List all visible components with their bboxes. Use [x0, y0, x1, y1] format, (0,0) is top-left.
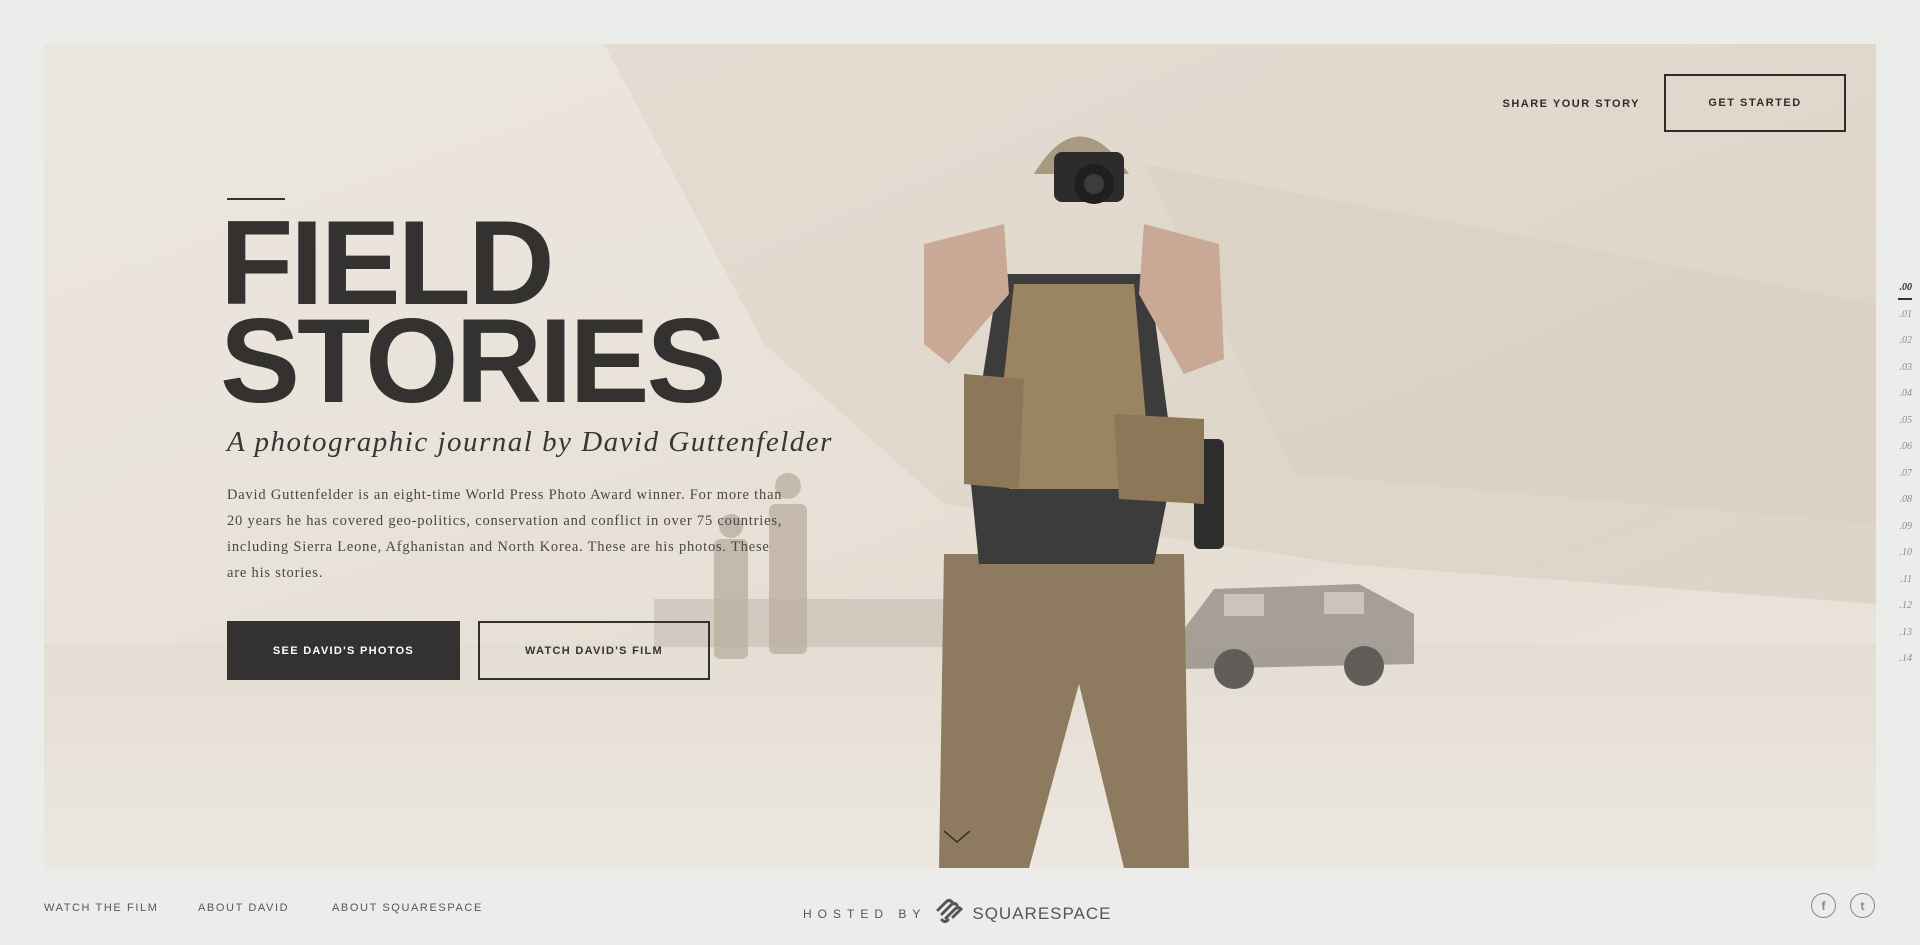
hero-section: SHARE YOUR STORY GET STARTED FIELD STORI… [44, 44, 1876, 868]
get-started-button[interactable]: GET STARTED [1664, 74, 1846, 132]
page-subtitle: A photographic journal by David Guttenfe… [227, 426, 833, 458]
hosted-by-squarespace[interactable]: HOSTED BY SQUARESPACE [803, 898, 1112, 929]
chevron-down-icon[interactable] [942, 829, 972, 850]
facebook-icon[interactable]: f [1811, 893, 1836, 918]
section-index-item[interactable]: .14 [1876, 653, 1920, 680]
footer-link-watch-film[interactable]: WATCH THE FILM [44, 902, 158, 914]
section-index-item[interactable]: .02 [1876, 335, 1920, 362]
watch-film-button[interactable]: WATCH DAVID'S FILM [478, 621, 710, 680]
bio-paragraph: David Guttenfelder is an eight-time Worl… [227, 487, 783, 581]
section-index-item[interactable]: .00 [1876, 282, 1920, 309]
see-photos-button[interactable]: SEE DAVID'S PHOTOS [227, 621, 460, 680]
footer-link-about-david[interactable]: ABOUT DAVID [198, 902, 289, 914]
section-index-item[interactable]: .09 [1876, 521, 1920, 548]
section-index-item[interactable]: .12 [1876, 600, 1920, 627]
section-index-item[interactable]: .04 [1876, 388, 1920, 415]
share-your-story-link[interactable]: SHARE YOUR STORY [1503, 98, 1641, 110]
section-index-item[interactable]: .10 [1876, 547, 1920, 574]
squarespace-logo-icon [934, 898, 964, 929]
section-index-item[interactable]: .03 [1876, 362, 1920, 389]
twitter-icon[interactable]: t [1850, 893, 1875, 918]
section-index-item[interactable]: .08 [1876, 494, 1920, 521]
title-line-2: STORIES [220, 294, 727, 428]
squarespace-brand: SQUARESPACE [972, 903, 1112, 923]
section-index: .00.01.02.03.04.05.06.07.08.09.10.11.12.… [1876, 282, 1920, 680]
section-index-item[interactable]: .07 [1876, 468, 1920, 495]
footer-link-about-squarespace[interactable]: ABOUT SQUARESPACE [332, 902, 483, 914]
section-index-item[interactable]: .01 [1876, 309, 1920, 336]
section-index-item[interactable]: .06 [1876, 441, 1920, 468]
section-index-item[interactable]: .11 [1876, 574, 1920, 601]
hosted-by-label: HOSTED BY [803, 906, 927, 921]
section-index-item[interactable]: .05 [1876, 415, 1920, 442]
section-index-item[interactable]: .13 [1876, 627, 1920, 654]
page-title: FIELD STORIES [220, 203, 727, 428]
